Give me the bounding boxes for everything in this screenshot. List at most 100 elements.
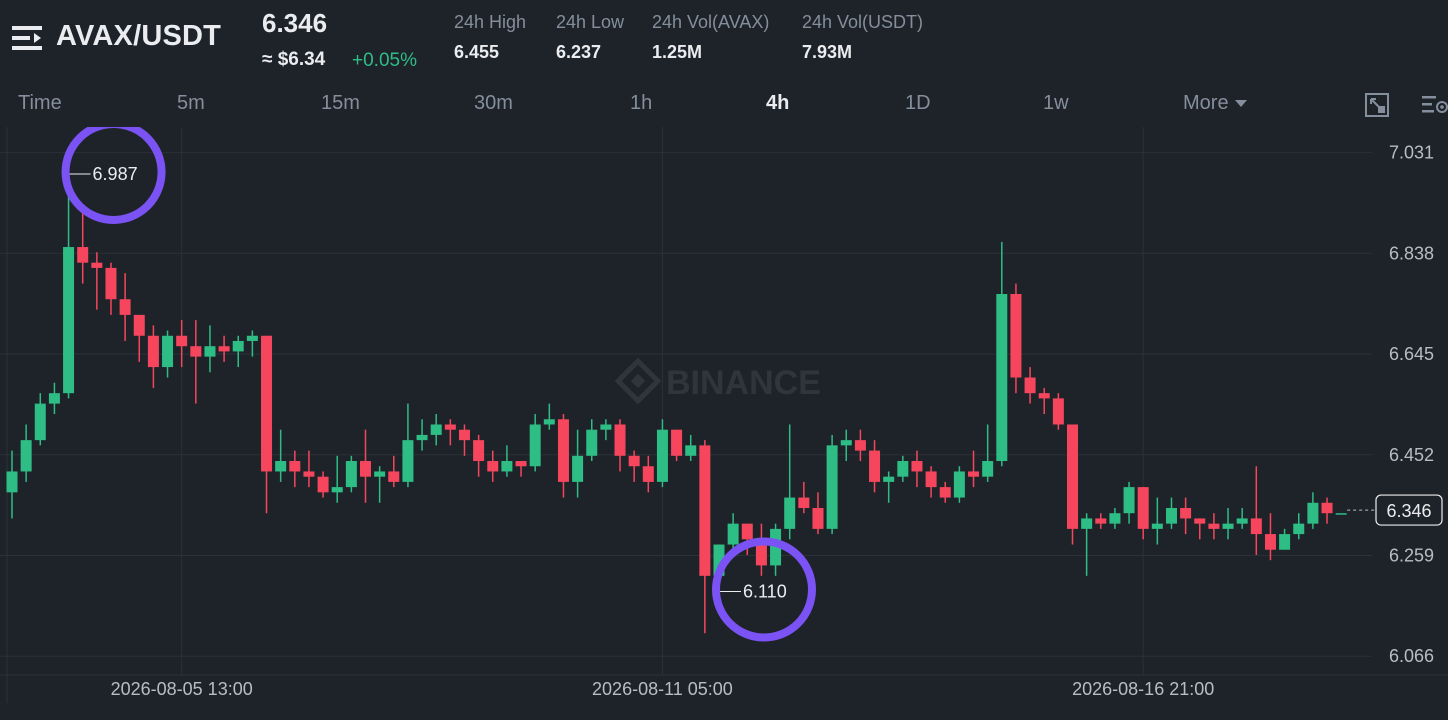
tab-1h[interactable]: 1h bbox=[630, 92, 652, 115]
candle-up[interactable] bbox=[826, 434, 838, 535]
candle-down[interactable] bbox=[939, 481, 951, 503]
candle-down[interactable] bbox=[133, 314, 145, 362]
candle-down[interactable] bbox=[968, 450, 980, 488]
candle-down[interactable] bbox=[91, 252, 103, 310]
chart-settings-icon[interactable] bbox=[1420, 92, 1448, 118]
trading-pair[interactable]: AVAX/USDT bbox=[56, 20, 221, 53]
candle-up[interactable] bbox=[1123, 481, 1135, 524]
tab-1d[interactable]: 1D bbox=[905, 92, 931, 115]
candle-up[interactable] bbox=[572, 429, 584, 498]
candle-down[interactable] bbox=[1024, 367, 1036, 404]
candle-up[interactable] bbox=[345, 455, 357, 493]
candle-up[interactable] bbox=[1307, 492, 1319, 529]
candle-down[interactable] bbox=[105, 262, 117, 315]
candle-down[interactable] bbox=[289, 450, 301, 488]
candle-down[interactable] bbox=[642, 455, 654, 493]
candle-up[interactable] bbox=[204, 325, 216, 373]
candle-up[interactable] bbox=[656, 419, 668, 488]
candle-down[interactable] bbox=[388, 455, 400, 488]
candle-up[interactable] bbox=[402, 403, 414, 488]
candle-up[interactable] bbox=[883, 471, 895, 503]
candle-down[interactable] bbox=[444, 419, 456, 446]
candle-up[interactable] bbox=[600, 419, 612, 441]
candle-down[interactable] bbox=[798, 481, 810, 514]
candle-down[interactable] bbox=[1180, 497, 1192, 535]
tab-4h[interactable]: 4h bbox=[766, 92, 789, 115]
candle-down[interactable] bbox=[557, 414, 569, 498]
tab-30m[interactable]: 30m bbox=[474, 92, 513, 115]
candle-up[interactable] bbox=[1293, 513, 1305, 540]
candle-down[interactable] bbox=[473, 434, 485, 477]
candle-down[interactable] bbox=[458, 424, 470, 456]
candle-down[interactable] bbox=[1052, 393, 1064, 430]
candle-up[interactable] bbox=[897, 455, 909, 482]
candle-up[interactable] bbox=[275, 429, 287, 482]
candle-down[interactable] bbox=[1010, 283, 1022, 394]
candle-down[interactable] bbox=[854, 429, 866, 462]
candle-down[interactable] bbox=[614, 419, 626, 472]
candle-down[interactable] bbox=[119, 273, 131, 341]
candle-up[interactable] bbox=[63, 173, 75, 399]
candlestick-chart[interactable]: BINANCE 6.346 7.031 6.838 6.645 6.452 6.259 6… bbox=[0, 127, 1448, 720]
tab-time[interactable]: Time bbox=[18, 92, 62, 115]
menu-icon[interactable] bbox=[12, 24, 44, 52]
candle-down[interactable] bbox=[360, 429, 371, 503]
candle-down[interactable] bbox=[487, 450, 499, 482]
candle-down[interactable] bbox=[77, 210, 89, 284]
candle-up[interactable] bbox=[331, 455, 343, 503]
candle-down[interactable] bbox=[1038, 387, 1050, 415]
candle-up[interactable] bbox=[685, 434, 697, 462]
candle-up[interactable] bbox=[430, 414, 442, 446]
candle-up[interactable] bbox=[20, 424, 32, 482]
candle-down[interactable] bbox=[190, 320, 202, 404]
candle-down[interactable] bbox=[699, 440, 711, 634]
candle-up[interactable] bbox=[1335, 513, 1347, 515]
candle-up[interactable] bbox=[1081, 513, 1093, 576]
candle-up[interactable] bbox=[246, 330, 258, 357]
candle-up[interactable] bbox=[529, 414, 541, 472]
candle-up[interactable] bbox=[586, 419, 598, 462]
candle-up[interactable] bbox=[1222, 507, 1234, 540]
candle-down[interactable] bbox=[1067, 424, 1078, 545]
candle-up[interactable] bbox=[770, 523, 782, 576]
candle-up[interactable] bbox=[416, 419, 428, 451]
candle-up[interactable] bbox=[840, 429, 852, 462]
candle-up[interactable] bbox=[374, 466, 386, 503]
candle-up[interactable] bbox=[6, 450, 18, 519]
candle-up[interactable] bbox=[48, 382, 60, 415]
candle-down[interactable] bbox=[147, 325, 159, 388]
candle-up[interactable] bbox=[232, 335, 244, 368]
tab-15m[interactable]: 15m bbox=[321, 92, 360, 115]
candle-up[interactable] bbox=[784, 424, 796, 540]
candle-up[interactable] bbox=[727, 513, 739, 550]
candle-down[interactable] bbox=[176, 320, 188, 368]
candle-down[interactable] bbox=[1095, 513, 1107, 529]
candle-up[interactable] bbox=[543, 403, 555, 430]
candle-up[interactable] bbox=[501, 445, 513, 477]
tab-1w[interactable]: 1w bbox=[1043, 92, 1069, 115]
tab-5m[interactable]: 5m bbox=[177, 92, 205, 115]
candle-down[interactable] bbox=[1194, 518, 1206, 540]
candle-down[interactable] bbox=[1321, 497, 1333, 524]
candle-down[interactable] bbox=[261, 335, 273, 514]
candle-up[interactable] bbox=[1236, 507, 1248, 529]
candle-down[interactable] bbox=[1208, 513, 1220, 540]
candle-down[interactable] bbox=[671, 429, 683, 462]
more-timeframes-dropdown[interactable]: More bbox=[1183, 92, 1247, 115]
candle-up[interactable] bbox=[1165, 497, 1177, 529]
candle-down[interactable] bbox=[218, 335, 230, 362]
candle-down[interactable] bbox=[869, 440, 881, 493]
candle-up[interactable] bbox=[982, 424, 994, 482]
candle-down[interactable] bbox=[515, 461, 527, 477]
candle-down[interactable] bbox=[1264, 513, 1276, 561]
candle-down[interactable] bbox=[1250, 466, 1262, 555]
candle-up[interactable] bbox=[34, 393, 46, 446]
candle-down[interactable] bbox=[812, 492, 824, 535]
candle-down[interactable] bbox=[317, 471, 329, 498]
candle-down[interactable] bbox=[628, 450, 640, 482]
candle-down[interactable] bbox=[303, 450, 315, 488]
candle-up[interactable] bbox=[953, 466, 965, 503]
candle-down[interactable] bbox=[925, 466, 937, 498]
candle-down[interactable] bbox=[911, 450, 923, 488]
candle-up[interactable] bbox=[162, 330, 174, 378]
